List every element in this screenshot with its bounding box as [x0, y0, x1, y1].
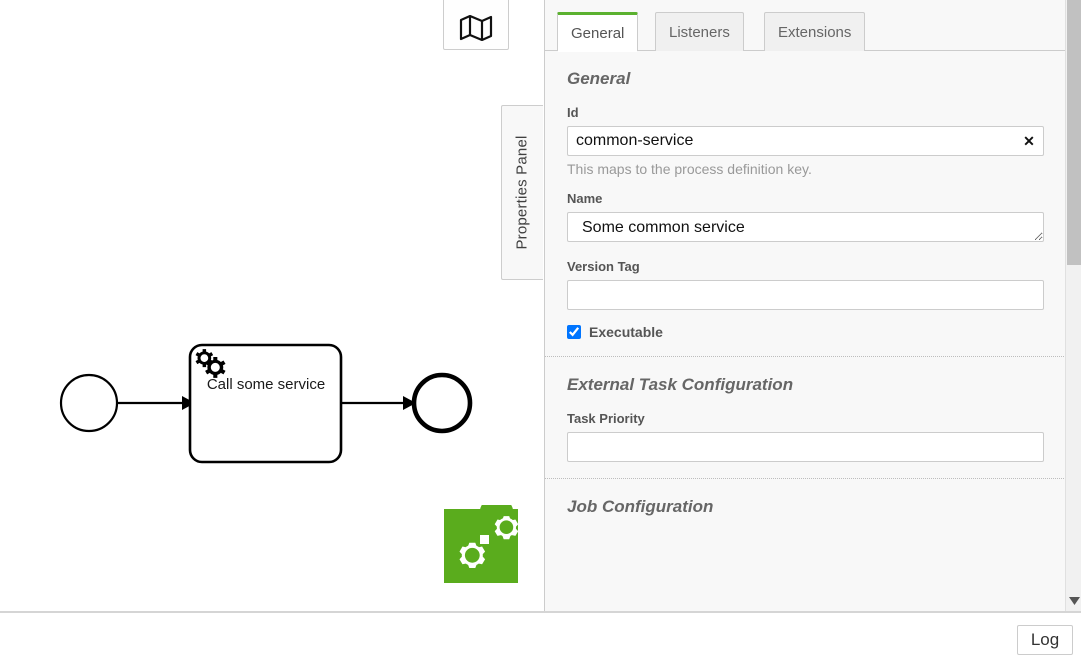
- properties-tab-bar: General Listeners Extensions: [545, 0, 1081, 51]
- field-id-hint: This maps to the process definition key.: [567, 161, 1044, 177]
- properties-panel-toggle[interactable]: Properties Panel: [501, 105, 543, 280]
- id-input[interactable]: [567, 126, 1044, 156]
- tab-extensions[interactable]: Extensions: [764, 12, 865, 51]
- minimap-toggle-button[interactable]: [443, 0, 509, 50]
- group-external-task-configuration: External Task Configuration Task Priorit…: [545, 357, 1066, 479]
- properties-panel-scrollbar[interactable]: [1065, 0, 1081, 611]
- group-external-task-title: External Task Configuration: [567, 375, 1044, 395]
- scrollbar-thumb[interactable]: [1067, 0, 1081, 265]
- executable-label[interactable]: Executable: [589, 324, 663, 340]
- group-general: General Id ✕ This maps to the process de…: [545, 51, 1066, 357]
- properties-panel: General Listeners Extensions General Id …: [544, 0, 1081, 611]
- properties-panel-toggle-label: Properties Panel: [514, 135, 531, 249]
- name-input[interactable]: [567, 212, 1044, 242]
- task-priority-input[interactable]: [567, 432, 1044, 462]
- end-event[interactable]: [414, 375, 470, 431]
- group-general-title: General: [567, 69, 1044, 89]
- field-executable: Executable: [567, 324, 1044, 340]
- log-button[interactable]: Log: [1017, 625, 1073, 655]
- sequence-flow-1[interactable]: [117, 396, 195, 410]
- bpmn-modeler: Call some service: [0, 0, 1081, 613]
- field-name: Name: [567, 191, 1044, 245]
- field-id-label: Id: [567, 105, 1044, 120]
- tab-general[interactable]: General: [557, 12, 638, 51]
- field-task-priority: Task Priority: [567, 411, 1044, 462]
- group-job-configuration-title: Job Configuration: [567, 497, 1044, 517]
- clear-id-button[interactable]: ✕: [1020, 132, 1038, 150]
- field-id: Id ✕ This maps to the process definition…: [567, 105, 1044, 177]
- group-job-configuration: Job Configuration: [545, 479, 1066, 549]
- map-icon: [459, 15, 493, 41]
- executable-checkbox[interactable]: [567, 325, 581, 339]
- field-version-tag-label: Version Tag: [567, 259, 1044, 274]
- tab-listeners[interactable]: Listeners: [655, 12, 744, 51]
- camunda-gears-logo: [440, 505, 522, 587]
- start-event[interactable]: [61, 375, 117, 431]
- version-tag-input[interactable]: [567, 280, 1044, 310]
- scroll-down-arrow-icon[interactable]: [1066, 593, 1081, 609]
- field-task-priority-label: Task Priority: [567, 411, 1044, 426]
- properties-panel-body: General Id ✕ This maps to the process de…: [545, 51, 1066, 611]
- bpmn-canvas[interactable]: Call some service: [0, 0, 544, 611]
- status-bar: Log: [0, 615, 1081, 662]
- field-version-tag: Version Tag: [567, 259, 1044, 310]
- sequence-flow-2[interactable]: [341, 396, 416, 410]
- field-name-label: Name: [567, 191, 1044, 206]
